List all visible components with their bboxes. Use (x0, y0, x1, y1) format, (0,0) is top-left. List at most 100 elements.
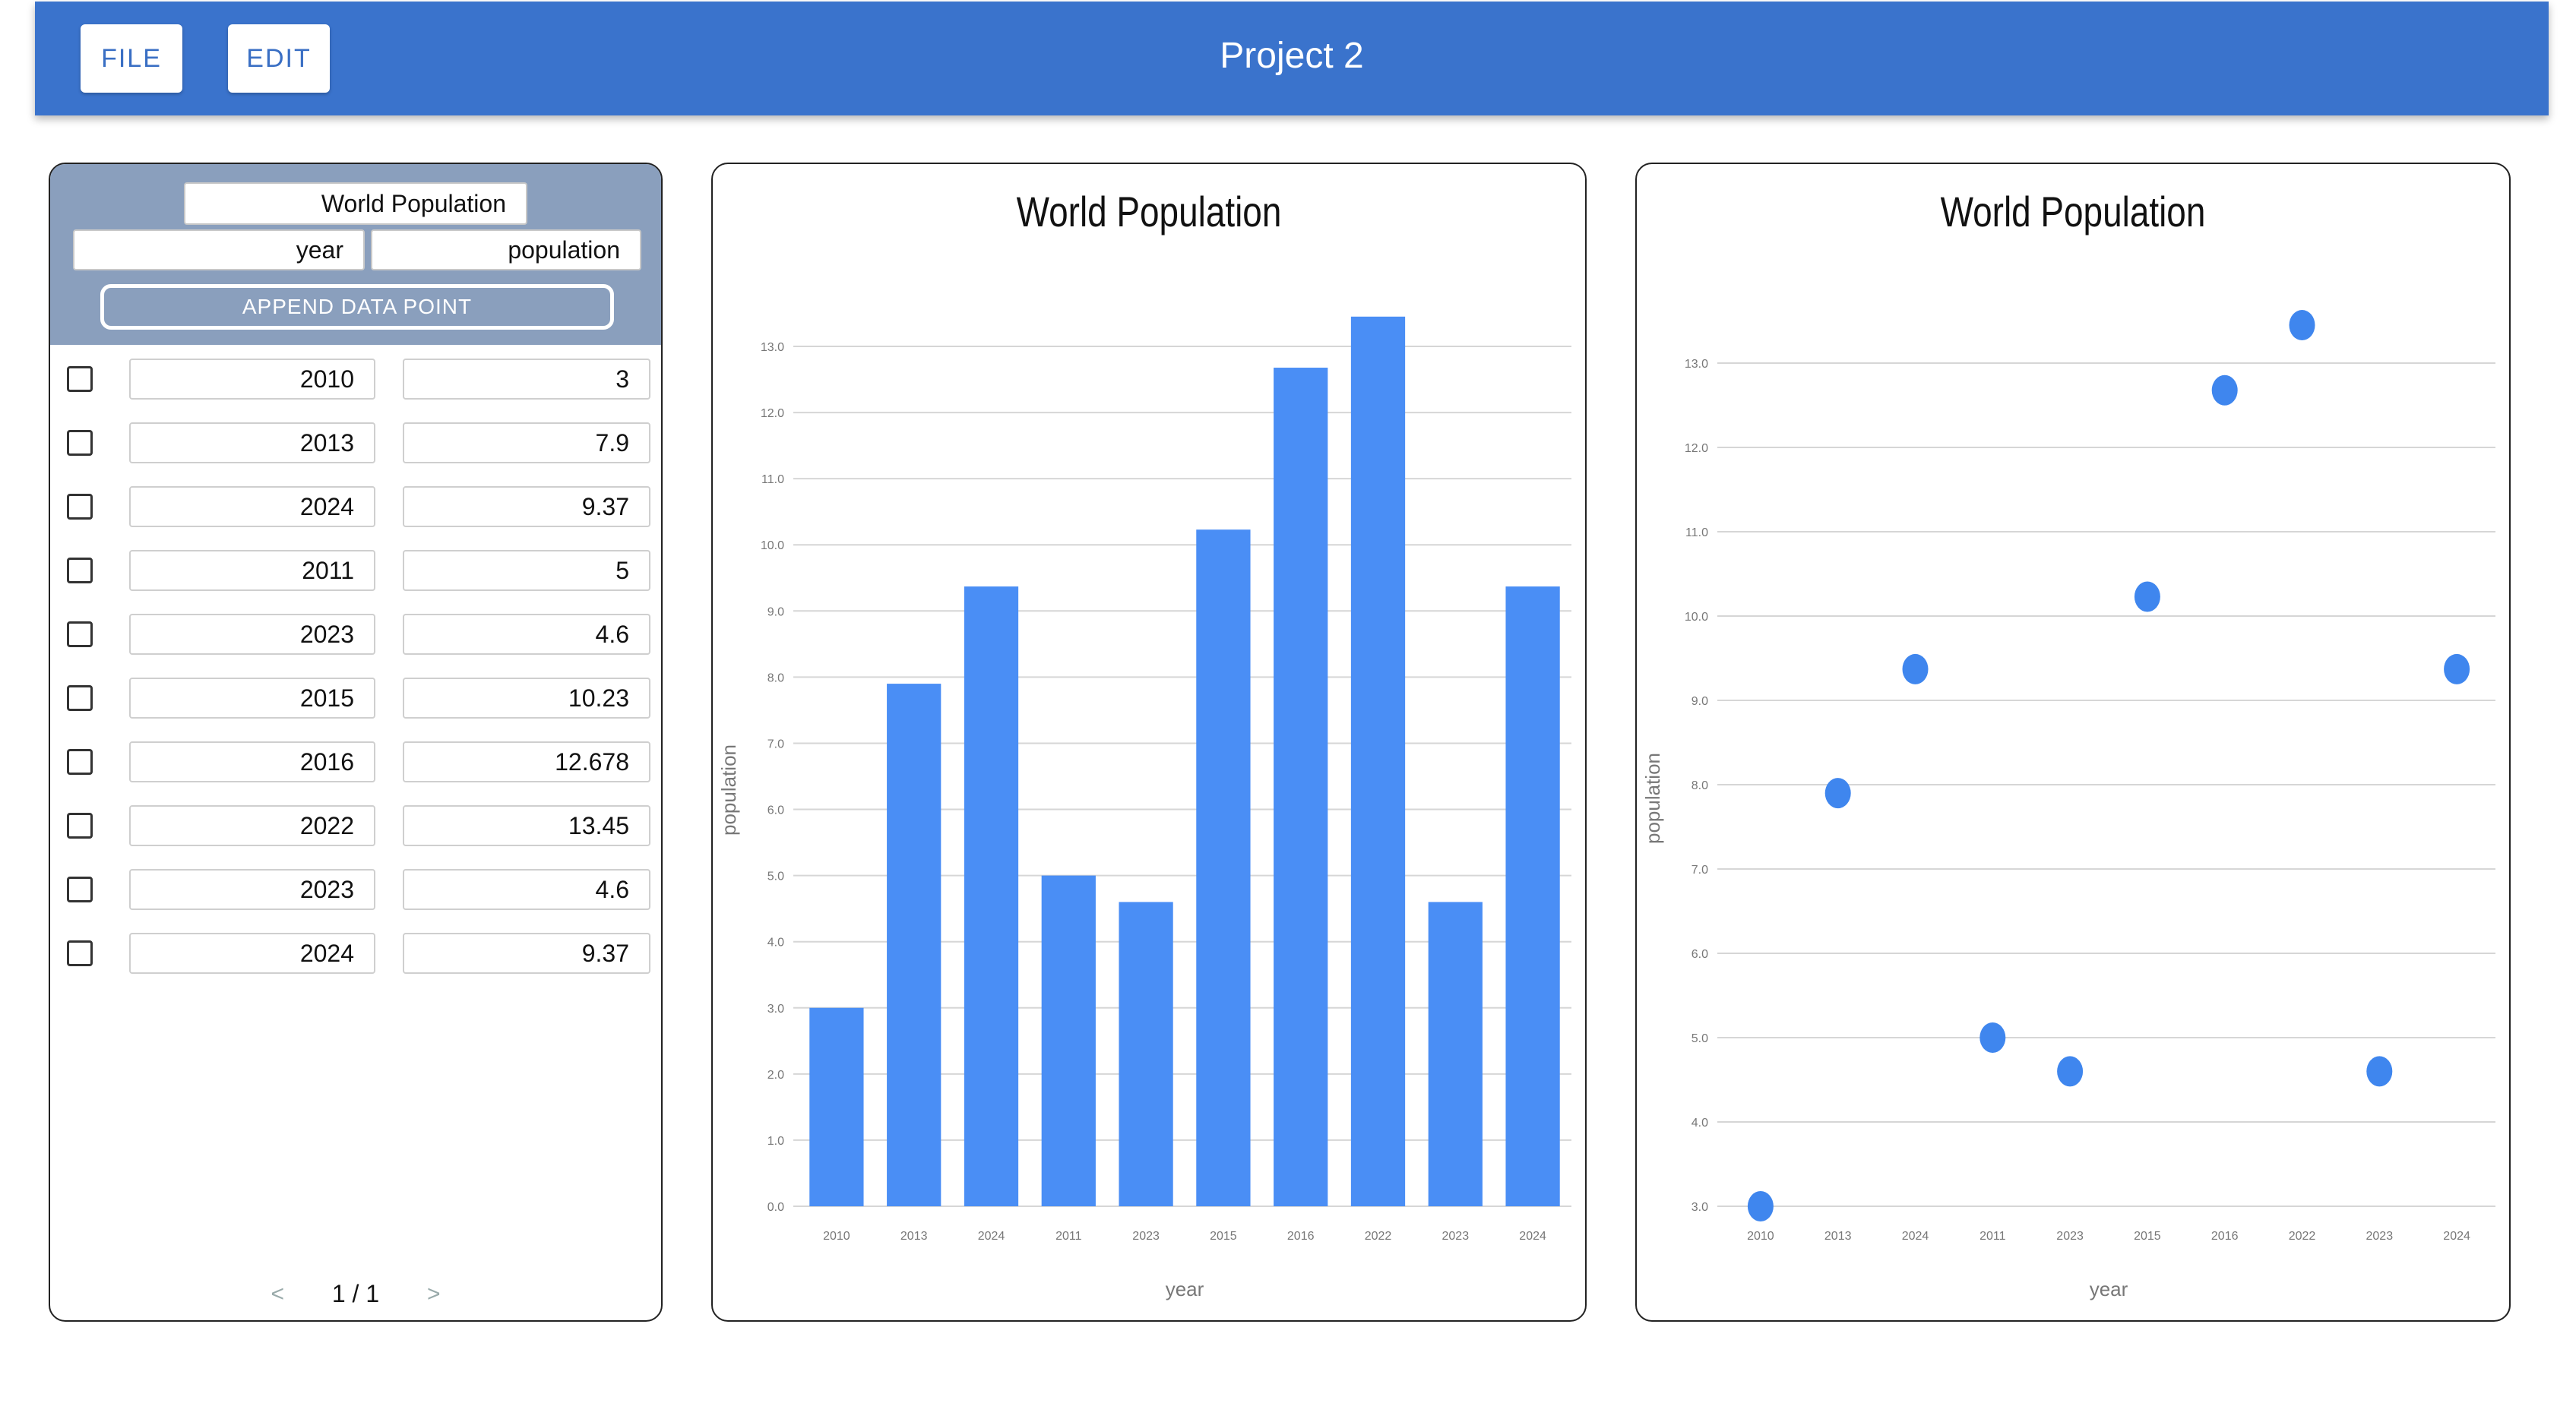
bar (809, 1007, 864, 1206)
x-tick-label: 2022 (1365, 1230, 1392, 1243)
bar (1350, 316, 1406, 1206)
y-tick-label: 3.0 (767, 1003, 784, 1016)
data-point (2289, 310, 2315, 341)
x-column-name-input[interactable] (73, 229, 365, 270)
y-value-field[interactable]: 10.23 (403, 678, 650, 719)
bar (887, 684, 941, 1206)
x-value-field[interactable]: 2022 (129, 805, 375, 846)
append-data-point-button[interactable]: APPEND DATA POINT (100, 284, 614, 330)
y-tick-label: 2.0 (767, 1069, 784, 1082)
prev-page-button[interactable]: < (271, 1281, 284, 1307)
y-value-field[interactable]: 12.678 (403, 741, 650, 782)
row-checkbox[interactable] (67, 813, 93, 839)
x-value-field[interactable]: 2024 (129, 486, 375, 527)
data-point (2444, 653, 2470, 684)
x-value-field[interactable]: 2013 (129, 422, 375, 463)
x-axis-label: year (1166, 1278, 1204, 1300)
x-tick-label: 2016 (2211, 1230, 2239, 1243)
data-row: 2022 13.45 (50, 802, 661, 848)
y-value-field[interactable]: 5 (403, 550, 650, 591)
data-row: 2023 4.6 (50, 866, 661, 912)
bar (1274, 368, 1328, 1206)
x-tick-label: 2024 (2443, 1230, 2470, 1243)
y-value-field[interactable]: 13.45 (403, 805, 650, 846)
row-checkbox[interactable] (67, 877, 93, 902)
y-tick-label: 13.0 (1685, 358, 1708, 371)
y-tick-label: 11.0 (1685, 526, 1708, 539)
y-tick-label: 12.0 (1685, 442, 1708, 455)
bar-chart-panel: World Population 0.0 1.0 2.0 3.0 4.0 5.0 6.0 7.0… (711, 163, 1587, 1322)
row-checkbox[interactable] (67, 430, 93, 456)
x-value-field[interactable]: 2015 (129, 678, 375, 719)
y-column-name-input[interactable] (371, 229, 641, 270)
x-tick-label: 2023 (2056, 1230, 2084, 1243)
row-checkbox[interactable] (67, 494, 93, 520)
data-row: 2016 12.678 (50, 738, 661, 784)
y-tick-label: 13.0 (761, 341, 784, 354)
bar (1196, 529, 1251, 1206)
x-axis-label: year (2090, 1278, 2128, 1300)
bar (964, 586, 1019, 1206)
chart-title: World Population (1941, 188, 2206, 235)
x-tick-label: 2024 (1902, 1230, 1929, 1243)
x-value-field[interactable]: 2011 (129, 550, 375, 591)
data-point (1902, 653, 1929, 684)
x-tick-label: 2023 (2366, 1230, 2394, 1243)
bar (1505, 586, 1560, 1206)
app-header: FILE EDIT Project 2 (35, 2, 2549, 115)
y-tick-label: 5.0 (1691, 1032, 1708, 1045)
y-tick-label: 0.0 (767, 1201, 784, 1214)
row-checkbox[interactable] (67, 366, 93, 392)
y-tick-label: 11.0 (761, 473, 784, 486)
y-tick-label: 6.0 (767, 804, 784, 817)
data-row: 2015 10.23 (50, 675, 661, 720)
y-axis-label: population (717, 744, 740, 836)
y-value-field[interactable]: 4.6 (403, 869, 650, 910)
row-checkbox[interactable] (67, 621, 93, 647)
x-tick-label: 2022 (2289, 1230, 2316, 1243)
y-tick-label: 6.0 (1691, 948, 1708, 961)
next-page-button[interactable]: > (427, 1281, 441, 1307)
row-checkbox[interactable] (67, 558, 93, 583)
x-tick-label: 2023 (1442, 1230, 1470, 1243)
x-tick-label: 2016 (1287, 1230, 1315, 1243)
y-tick-label: 4.0 (1691, 1117, 1708, 1130)
data-row: 2024 9.37 (50, 483, 661, 529)
y-tick-label: 7.0 (1691, 864, 1708, 877)
data-row: 2023 4.6 (50, 611, 661, 656)
data-point (1747, 1191, 1774, 1221)
data-point (2057, 1056, 2084, 1087)
dataset-name-input[interactable] (184, 182, 527, 225)
y-tick-label: 1.0 (767, 1135, 784, 1148)
x-tick-label: 2010 (823, 1230, 850, 1243)
y-tick-label: 9.0 (767, 605, 784, 618)
row-checkbox[interactable] (67, 749, 93, 775)
x-tick-label: 2013 (900, 1230, 928, 1243)
y-axis-label: population (1641, 753, 1664, 844)
data-table-panel: APPEND DATA POINT 2010 3 2013 7.9 2024 9… (49, 163, 663, 1322)
x-value-field[interactable]: 2016 (129, 741, 375, 782)
x-value-field[interactable]: 2010 (129, 359, 375, 400)
y-value-field[interactable]: 3 (403, 359, 650, 400)
y-tick-label: 7.0 (767, 738, 784, 750)
y-value-field[interactable]: 7.9 (403, 422, 650, 463)
x-tick-label: 2024 (978, 1230, 1005, 1243)
y-value-field[interactable]: 9.37 (403, 486, 650, 527)
x-value-field[interactable]: 2023 (129, 614, 375, 655)
row-checkbox[interactable] (67, 940, 93, 966)
bar (1041, 875, 1096, 1206)
data-point (2134, 581, 2160, 612)
data-row: 2024 9.37 (50, 930, 661, 975)
x-tick-label: 2013 (1824, 1230, 1852, 1243)
dataset-header: APPEND DATA POINT (50, 164, 661, 345)
x-value-field[interactable]: 2024 (129, 933, 375, 974)
data-point (1979, 1022, 2006, 1053)
chart-title: World Population (1017, 188, 1282, 235)
project-title: Project 2 (1220, 36, 1364, 76)
data-row: 2011 5 (50, 547, 661, 592)
y-value-field[interactable]: 9.37 (403, 933, 650, 974)
x-tick-label: 2011 (1055, 1230, 1082, 1243)
y-value-field[interactable]: 4.6 (403, 614, 650, 655)
row-checkbox[interactable] (67, 685, 93, 711)
x-value-field[interactable]: 2023 (129, 869, 375, 910)
